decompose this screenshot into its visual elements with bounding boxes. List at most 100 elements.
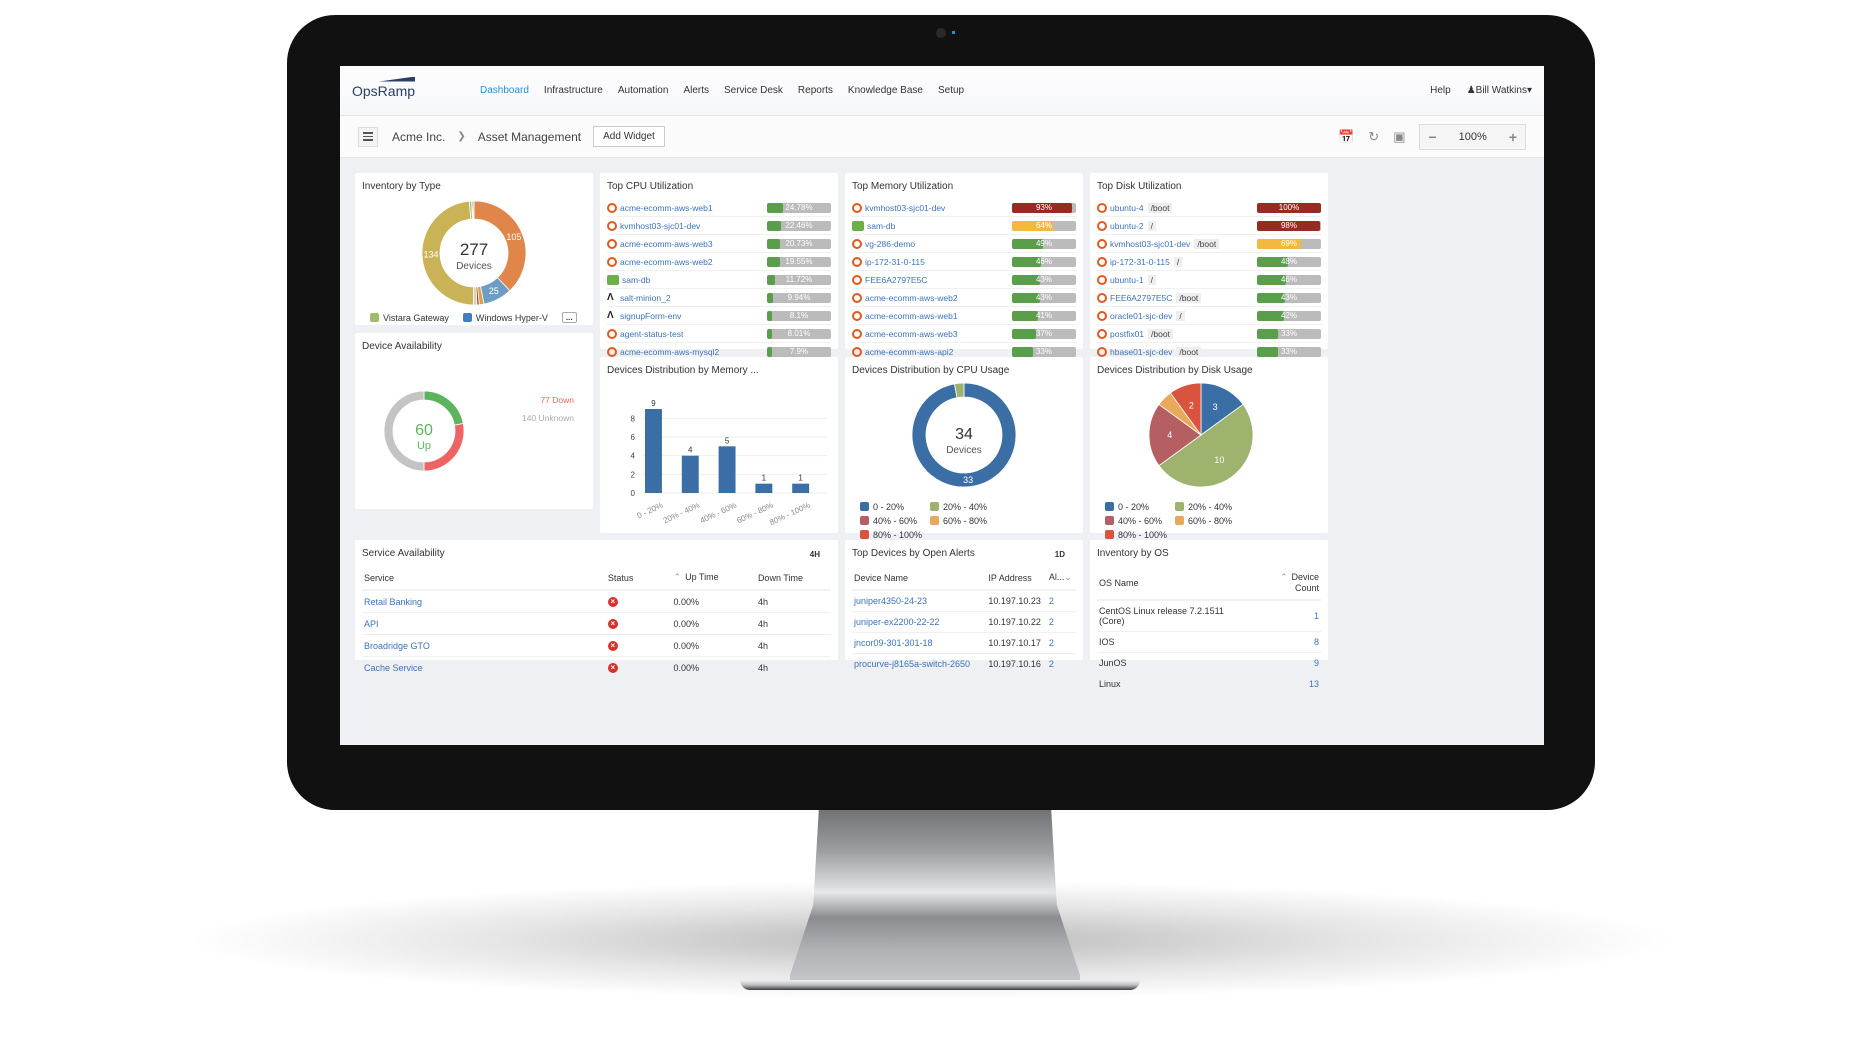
device-link[interactable]: FEE6A2797E5C <box>865 275 927 285</box>
device-link[interactable]: kvmhost03-sjc01-dev <box>865 203 945 213</box>
device-link[interactable]: signupForm-env <box>620 311 681 321</box>
nav-item-infrastructure[interactable]: Infrastructure <box>544 85 603 96</box>
col-ip-address[interactable]: IP Address <box>986 566 1047 591</box>
device-link[interactable]: ubuntu-1 <box>1110 275 1144 285</box>
alert-count-link[interactable]: 2 <box>1046 653 1076 675</box>
device-link[interactable]: salt-minion_2 <box>620 293 671 303</box>
device-link[interactable]: ubuntu-2 <box>1110 221 1144 231</box>
col-status[interactable]: Status <box>605 566 672 591</box>
more-legend-button[interactable]: ... <box>561 312 577 323</box>
hamburger-menu-button[interactable] <box>358 126 378 147</box>
alert-count-link[interactable]: 2 <box>1046 611 1076 633</box>
device-link[interactable]: postfix01 <box>1110 329 1144 339</box>
inventory-slice[interactable] <box>472 200 475 220</box>
device-link[interactable]: ip-172-31-0-115 <box>865 257 925 267</box>
device-link[interactable]: acme-ecomm-aws-web2 <box>620 257 713 267</box>
col-device-count[interactable]: ⌃ Device Count <box>1253 566 1321 601</box>
device-count-link[interactable]: 9 <box>1253 652 1321 674</box>
device-link[interactable]: acme-ecomm-aws-web3 <box>865 329 958 339</box>
legend-item[interactable]: 40% - 60% <box>860 516 930 526</box>
service-link[interactable]: Cache Service <box>362 656 606 679</box>
legend-item[interactable]: Windows Hyper-V <box>462 312 548 323</box>
alert-count-link[interactable]: 2 <box>1046 590 1076 612</box>
col-device-name[interactable]: Device Name <box>852 566 987 591</box>
zoom-in-button[interactable]: + <box>1509 129 1517 145</box>
legend-item[interactable]: 60% - 80% <box>930 516 1020 526</box>
legend-item[interactable]: Vistara Gateway <box>370 312 449 323</box>
device-link[interactable]: FEE6A2797E5C <box>1110 293 1172 303</box>
device-link[interactable]: oracle01-sjc-dev <box>1110 311 1172 321</box>
bar[interactable] <box>681 455 699 493</box>
device-link[interactable]: acme-ecomm-aws-web3 <box>620 239 713 249</box>
device-link[interactable]: hbase01-sjc-dev <box>1110 347 1172 357</box>
device-link[interactable]: sam-db <box>622 275 650 285</box>
down-count[interactable]: 77 Down <box>540 395 574 405</box>
bar[interactable] <box>755 483 773 493</box>
device-link[interactable]: kvmhost03-sjc01-dev <box>1110 239 1190 249</box>
nav-item-setup[interactable]: Setup <box>938 85 964 96</box>
nav-item-automation[interactable]: Automation <box>618 85 669 96</box>
alert-count-link[interactable]: 2 <box>1046 632 1076 654</box>
bar[interactable] <box>792 483 810 493</box>
col-os-name[interactable]: OS Name <box>1097 566 1254 601</box>
device-link[interactable]: kvmhost03-sjc01-dev <box>620 221 700 231</box>
downtime-cell: 4h <box>755 590 831 613</box>
unknown-count[interactable]: 140 Unknown <box>522 413 574 423</box>
breadcrumb-dashboard[interactable]: Asset Management <box>478 130 581 144</box>
add-widget-button[interactable]: Add Widget <box>593 126 665 147</box>
service-link[interactable]: API <box>362 612 606 635</box>
col-uptime[interactable]: ⌃ Up Time <box>671 566 756 591</box>
refresh-icon[interactable]: ↻ <box>1368 129 1379 145</box>
opsramp-logo[interactable]: OpsRamp <box>352 76 480 99</box>
device-link[interactable]: agent-status-test <box>620 329 683 339</box>
legend-item[interactable]: 20% - 40% <box>930 502 1020 512</box>
legend-item[interactable]: 60% - 80% <box>1175 516 1265 526</box>
zoom-out-button[interactable]: − <box>1428 129 1436 145</box>
device-count-link[interactable]: 1 <box>1253 600 1321 632</box>
legend-item[interactable]: 80% - 100% <box>860 530 930 540</box>
nav-item-dashboard[interactable]: Dashboard <box>480 85 529 96</box>
device-link[interactable]: acme-ecomm-aws-web2 <box>865 293 958 303</box>
device-link[interactable]: vg-286-demo <box>865 239 915 249</box>
col-downtime[interactable]: Down Time <box>755 566 831 591</box>
device-link[interactable]: acme-ecomm-aws-mysql2 <box>620 347 719 357</box>
service-link[interactable]: Broadridge GTO <box>362 634 606 657</box>
uptime-cell: 0.00% <box>671 634 756 657</box>
device-link[interactable]: jncor09-301-301-18 <box>852 632 987 654</box>
legend-item[interactable]: 0 - 20% <box>860 502 930 512</box>
device-count-link[interactable]: 13 <box>1253 673 1321 695</box>
col-alerts[interactable]: Al...⌄ <box>1046 566 1076 591</box>
device-link[interactable]: procurve-j8165a-switch-2650 <box>852 653 987 675</box>
calendar-icon[interactable]: 📅 <box>1338 129 1354 145</box>
time-range-badge[interactable]: 4H <box>810 550 820 559</box>
legend-item[interactable]: 0 - 20% <box>1105 502 1175 512</box>
device-link[interactable]: ip-172-31-0-115 <box>1110 257 1170 267</box>
bar[interactable] <box>718 446 736 493</box>
user-menu[interactable]: ♟Bill Watkins▾ <box>1467 85 1532 96</box>
col-service[interactable]: Service <box>362 566 606 591</box>
device-link[interactable]: acme-ecomm-aws-api2 <box>865 347 953 357</box>
device-link[interactable]: ubuntu-4 <box>1110 203 1144 213</box>
nav-item-alerts[interactable]: Alerts <box>683 85 709 96</box>
legend-item[interactable]: 80% - 100% <box>1105 530 1175 540</box>
device-link[interactable]: sam-db <box>867 221 895 231</box>
breadcrumb-client[interactable]: Acme Inc. <box>392 130 445 144</box>
nav-item-service-desk[interactable]: Service Desk <box>724 85 783 96</box>
device-link[interactable]: acme-ecomm-aws-web1 <box>620 203 713 213</box>
availability-slice[interactable] <box>423 390 464 426</box>
legend-item[interactable]: 40% - 60% <box>1105 516 1175 526</box>
time-range-badge[interactable]: 1D <box>1055 550 1065 559</box>
service-link[interactable]: Retail Banking <box>362 590 606 613</box>
bar[interactable] <box>645 409 662 493</box>
device-link[interactable]: juniper4350-24-23 <box>852 590 987 612</box>
device-link[interactable]: juniper-ex2200-22-22 <box>852 611 987 633</box>
device-link[interactable]: acme-ecomm-aws-web1 <box>865 311 958 321</box>
help-link[interactable]: Help <box>1430 85 1451 96</box>
nav-item-reports[interactable]: Reports <box>798 85 833 96</box>
nav-item-knowledge-base[interactable]: Knowledge Base <box>848 85 923 96</box>
device-count-link[interactable]: 8 <box>1253 631 1321 653</box>
fullscreen-icon[interactable]: ▣ <box>1393 129 1405 145</box>
logo-text: OpsRamp <box>352 82 416 99</box>
table-row: IOS 8 <box>1097 631 1321 653</box>
legend-item[interactable]: 20% - 40% <box>1175 502 1265 512</box>
